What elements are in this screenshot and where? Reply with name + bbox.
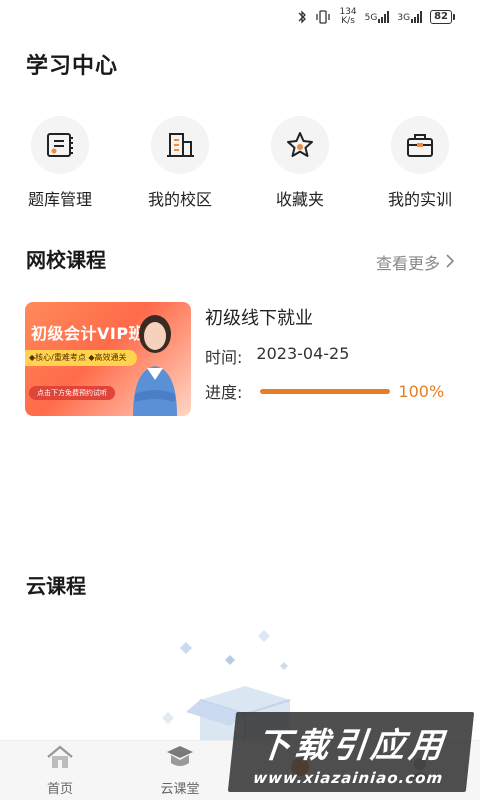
chevron-right-icon <box>446 253 455 272</box>
nav-item-home[interactable]: 首页 <box>0 741 120 800</box>
signal-3g-label: 3G <box>397 13 411 23</box>
network-speed: 134 K/s <box>339 8 356 26</box>
course-thumbnail: 初级会计VIP班 ◆核心/重难考点 ◆高效通关 点击下方免费预约试听 <box>25 302 191 416</box>
quick-entry-favorites[interactable]: 收藏夹 <box>240 116 360 210</box>
bluetooth-icon <box>297 10 307 24</box>
watermark: 下载引应用 www.xiazainiao.com <box>227 712 475 792</box>
page-title: 学习中心 <box>26 54 119 79</box>
quick-entry-my-campus[interactable]: 我的校区 <box>120 116 240 210</box>
section-title-online-courses: 网校课程 <box>26 248 106 272</box>
status-bar: 134 K/s 5G 3G 82 <box>0 0 480 34</box>
quick-entry-my-training[interactable]: 我的实训 <box>360 116 480 210</box>
nav-item-label: 云课堂 <box>160 782 200 797</box>
course-progress: 进度: 100% <box>205 379 455 403</box>
quick-entry-row: 题库管理 我的校区 收藏夹 我的实训 <box>0 116 480 210</box>
star-icon <box>271 116 329 174</box>
cloud-class-icon <box>165 744 195 774</box>
course-time: 时间: 2023-04-25 <box>205 344 349 368</box>
quick-entry-question-bank[interactable]: 题库管理 <box>0 116 120 210</box>
course-card[interactable]: 初级会计VIP班 ◆核心/重难考点 ◆高效通关 点击下方免费预约试听 初级线下就… <box>25 302 455 418</box>
signal-5g: 5G <box>365 11 390 23</box>
course-time-label: 时间: <box>205 348 243 367</box>
network-speed-unit: K/s <box>341 16 355 26</box>
watermark-title: 下载引应用 <box>254 725 449 766</box>
quick-entry-label: 收藏夹 <box>275 190 324 209</box>
briefcase-icon <box>391 116 449 174</box>
question-bank-icon <box>31 116 89 174</box>
vibrate-icon <box>315 10 331 24</box>
course-progress-value: 100% <box>398 381 445 401</box>
progress-bar-fill <box>260 388 391 394</box>
quick-entry-label: 题库管理 <box>27 190 92 209</box>
home-icon <box>45 744 75 774</box>
section-title-cloud-courses: 云课程 <box>26 574 86 598</box>
course-info: 初级线下就业 时间: 2023-04-25 进度: 100% <box>205 302 455 418</box>
course-time-value: 2023-04-25 <box>256 344 350 363</box>
watermark-url: www.xiazainiao.com <box>252 768 445 787</box>
signal-bars-icon <box>411 11 423 23</box>
building-icon <box>151 116 209 174</box>
nav-item-label: 首页 <box>46 782 73 797</box>
signal-3g: 3G <box>397 11 423 23</box>
signal-bars-icon <box>378 11 390 23</box>
battery-icon: 82 <box>430 10 455 24</box>
thumbnail-tags: ◆核心/重难考点 ◆高效通关 <box>25 350 137 366</box>
signal-5g-label: 5G <box>364 13 378 23</box>
course-progress-label: 进度: <box>205 383 243 402</box>
view-more-label: 查看更多 <box>375 254 440 273</box>
view-more-link[interactable]: 查看更多 <box>375 250 455 274</box>
thumbnail-cta: 点击下方免费预约试听 <box>29 386 115 400</box>
course-name: 初级线下就业 <box>205 308 313 329</box>
nav-item-cloud-class[interactable]: 云课堂 <box>120 741 240 800</box>
quick-entry-label: 我的实训 <box>387 190 452 209</box>
quick-entry-label: 我的校区 <box>147 190 212 209</box>
teacher-illustration-icon <box>133 315 177 416</box>
progress-bar <box>260 388 391 394</box>
